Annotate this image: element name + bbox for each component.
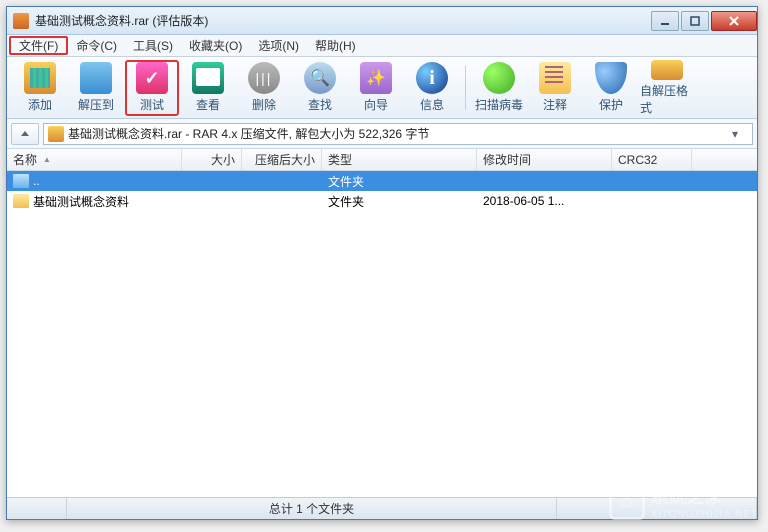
toolbar: 添加 解压到 测试 查看 删除 查找 向导 信息 扫描病毒 注释 保护 自解压格… <box>7 57 757 119</box>
winrar-window: 基础测试概念资料.rar (评估版本) 文件(F) 命令(C) 工具(S) 收藏… <box>6 6 758 520</box>
info-icon <box>416 62 448 94</box>
comment-button[interactable]: 注释 <box>528 60 582 116</box>
protect-icon <box>595 62 627 94</box>
status-right <box>557 498 757 519</box>
add-icon <box>24 62 56 94</box>
file-type: 文件夹 <box>322 193 477 210</box>
file-row[interactable]: .. 文件夹 <box>7 171 757 191</box>
wizard-icon <box>360 62 392 94</box>
folder-icon <box>13 194 29 208</box>
menu-option[interactable]: 选项(N) <box>250 35 307 56</box>
find-button[interactable]: 查找 <box>293 60 347 116</box>
comment-icon <box>539 62 571 94</box>
virus-icon <box>483 62 515 94</box>
maximize-button[interactable] <box>681 11 709 31</box>
archive-icon <box>48 126 64 142</box>
virus-scan-button[interactable]: 扫描病毒 <box>472 60 526 116</box>
protect-button[interactable]: 保护 <box>584 60 638 116</box>
add-button[interactable]: 添加 <box>13 60 67 116</box>
address-text: 基础测试概念资料.rar - RAR 4.x 压缩文件, 解包大小为 522,3… <box>68 125 728 142</box>
info-button[interactable]: 信息 <box>405 60 459 116</box>
statusbar: 总计 1 个文件夹 <box>7 497 757 519</box>
address-bar: 基础测试概念资料.rar - RAR 4.x 压缩文件, 解包大小为 522,3… <box>7 119 757 149</box>
delete-button[interactable]: 删除 <box>237 60 291 116</box>
menu-file[interactable]: 文件(F) <box>9 36 68 55</box>
file-type: 文件夹 <box>322 173 477 190</box>
delete-icon <box>248 62 280 94</box>
col-mtime[interactable]: 修改时间 <box>477 149 612 170</box>
status-mid: 总计 1 个文件夹 <box>67 498 557 519</box>
titlebar[interactable]: 基础测试概念资料.rar (评估版本) <box>7 7 757 35</box>
col-packed[interactable]: 压缩后大小 <box>242 149 322 170</box>
sort-asc-icon: ▲ <box>43 155 51 164</box>
window-title: 基础测试概念资料.rar (评估版本) <box>35 12 649 29</box>
col-name[interactable]: 名称▲ <box>7 149 182 170</box>
menu-command[interactable]: 命令(C) <box>68 35 125 56</box>
folder-icon <box>13 174 29 188</box>
status-left <box>7 498 67 519</box>
test-icon <box>136 62 168 94</box>
menubar: 文件(F) 命令(C) 工具(S) 收藏夹(O) 选项(N) 帮助(H) <box>7 35 757 57</box>
up-button[interactable] <box>11 123 39 145</box>
view-button[interactable]: 查看 <box>181 60 235 116</box>
file-name: .. <box>33 174 40 188</box>
toolbar-separator <box>465 66 466 110</box>
col-size[interactable]: 大小 <box>182 149 242 170</box>
app-icon <box>13 13 29 29</box>
sfx-button[interactable]: 自解压格式 <box>640 60 694 116</box>
find-icon <box>304 62 336 94</box>
dropdown-icon[interactable]: ▾ <box>732 127 748 141</box>
wizard-button[interactable]: 向导 <box>349 60 403 116</box>
minimize-button[interactable] <box>651 11 679 31</box>
col-crc[interactable]: CRC32 <box>612 149 692 170</box>
menu-help[interactable]: 帮助(H) <box>307 35 364 56</box>
sfx-icon <box>651 60 683 80</box>
address-box[interactable]: 基础测试概念资料.rar - RAR 4.x 压缩文件, 解包大小为 522,3… <box>43 123 753 145</box>
extract-button[interactable]: 解压到 <box>69 60 123 116</box>
menu-tool[interactable]: 工具(S) <box>125 35 181 56</box>
view-icon <box>192 62 224 94</box>
file-name: 基础测试概念资料 <box>33 193 129 210</box>
column-headers: 名称▲ 大小 压缩后大小 类型 修改时间 CRC32 <box>7 149 757 171</box>
file-list[interactable]: ..文件夹基础测试概念资料文件夹2018-06-05 1... <box>7 171 757 497</box>
extract-icon <box>80 62 112 94</box>
test-button[interactable]: 测试 <box>125 60 179 116</box>
menu-favorite[interactable]: 收藏夹(O) <box>181 35 250 56</box>
file-row[interactable]: 基础测试概念资料 文件夹2018-06-05 1... <box>7 191 757 211</box>
col-type[interactable]: 类型 <box>322 149 477 170</box>
close-button[interactable] <box>711 11 757 31</box>
window-controls <box>649 11 757 31</box>
file-mtime: 2018-06-05 1... <box>477 194 612 208</box>
